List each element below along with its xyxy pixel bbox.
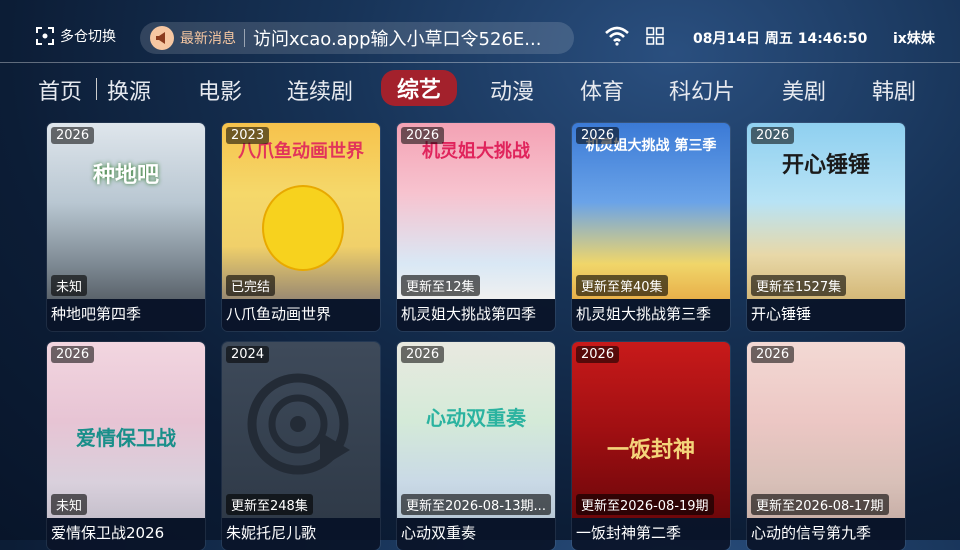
poster-title-art: 开心锤锤 bbox=[781, 153, 870, 178]
card-title: 机灵姐大挑战第四季 bbox=[397, 299, 555, 331]
status-badge: 更新至248集 bbox=[226, 494, 313, 515]
apps-grid-icon[interactable] bbox=[646, 27, 664, 45]
year-badge: 2026 bbox=[401, 127, 445, 144]
card-title: 朱妮托尼儿歌 bbox=[222, 518, 380, 550]
tab-movies[interactable]: 电影 bbox=[198, 74, 242, 106]
year-badge: 2026 bbox=[751, 127, 795, 144]
year-badge: 2026 bbox=[751, 346, 795, 363]
year-badge: 2023 bbox=[226, 127, 270, 144]
status-badge: 更新至2026-08-17期 bbox=[751, 494, 889, 515]
notice-divider bbox=[244, 29, 245, 47]
year-badge: 2026 bbox=[576, 127, 620, 144]
video-card[interactable]: 八爪鱼动画世界 2023 已完结 八爪鱼动画世界 bbox=[222, 123, 380, 331]
status-badge: 更新至第40集 bbox=[576, 275, 668, 296]
video-card[interactable]: 机灵姐大挑战 第三季 2026 更新至第40集 机灵姐大挑战第三季 bbox=[572, 123, 730, 331]
year-badge: 2026 bbox=[51, 346, 95, 363]
video-card[interactable]: 开心锤锤 2026 更新至1527集 开心锤锤 bbox=[747, 123, 905, 331]
notice-text: 访问xcao.app输入小草口令526E... bbox=[253, 29, 542, 50]
tab-series[interactable]: 连续剧 bbox=[287, 74, 353, 106]
status-badge: 未知 bbox=[51, 275, 88, 296]
tab-anime[interactable]: 动漫 bbox=[490, 74, 534, 106]
video-card[interactable]: 心动双重奏 2026 更新至2026-08-13期... 心动双重奏 bbox=[397, 342, 555, 550]
user-name[interactable]: ix妹妹 bbox=[893, 28, 935, 48]
year-badge: 2026 bbox=[51, 127, 95, 144]
status-badge: 未知 bbox=[51, 494, 88, 515]
status-badge: 更新至2026-08-13期... bbox=[401, 494, 551, 515]
tab-scifi[interactable]: 科幻片 bbox=[669, 74, 735, 106]
status-badge: 更新至1527集 bbox=[751, 275, 847, 296]
tab-sports[interactable]: 体育 bbox=[580, 74, 624, 106]
video-card[interactable]: 机灵姐大挑战 2026 更新至12集 机灵姐大挑战第四季 bbox=[397, 123, 555, 331]
video-placeholder-icon bbox=[247, 373, 350, 475]
nav-divider bbox=[96, 78, 97, 100]
poster-image bbox=[47, 123, 205, 299]
year-badge: 2024 bbox=[226, 346, 270, 363]
switch-icon bbox=[36, 27, 54, 45]
notice-label: 最新消息 bbox=[180, 31, 236, 47]
video-card[interactable]: 种地吧 2026 未知 种地吧第四季 bbox=[47, 123, 205, 331]
poster-title-art: 爱情保卫战 bbox=[76, 426, 176, 450]
status-badge: 更新至2026-08-19期 bbox=[576, 494, 714, 515]
card-title: 八爪鱼动画世界 bbox=[222, 299, 380, 331]
card-title: 种地吧第四季 bbox=[47, 299, 205, 331]
video-card[interactable]: 爱情保卫战 2026 未知 爱情保卫战2026 bbox=[47, 342, 205, 550]
card-title: 开心锤锤 bbox=[747, 299, 905, 331]
status-badge: 已完结 bbox=[226, 275, 276, 296]
video-card[interactable]: 2026 更新至2026-08-17期 心动的信号第九季 bbox=[747, 342, 905, 550]
year-badge: 2026 bbox=[576, 346, 620, 363]
card-title: 爱情保卫战2026 bbox=[47, 518, 205, 550]
video-card[interactable]: 一饭封神 2026 更新至2026-08-19期 一饭封神第二季 bbox=[572, 342, 730, 550]
card-title: 心动的信号第九季 bbox=[747, 518, 905, 550]
card-title: 一饭封神第二季 bbox=[572, 518, 730, 550]
tab-switch-source[interactable]: 换源 bbox=[107, 74, 151, 106]
poster-image bbox=[747, 342, 905, 518]
poster-image bbox=[572, 342, 730, 518]
card-title: 机灵姐大挑战第三季 bbox=[572, 299, 730, 331]
megaphone-icon bbox=[150, 26, 174, 50]
card-title: 心动双重奏 bbox=[397, 518, 555, 550]
datetime: 08月14日 周五 14:46:50 bbox=[693, 31, 868, 47]
poster-title-art: 种地吧 bbox=[92, 163, 159, 188]
poster-title-art: 一饭封神 bbox=[606, 438, 695, 463]
notice-banner[interactable]: 最新消息 访问xcao.app输入小草口令526E... bbox=[140, 22, 574, 54]
tab-k-drama[interactable]: 韩剧 bbox=[872, 74, 916, 106]
tab-us-drama[interactable]: 美剧 bbox=[782, 74, 826, 106]
status-badge: 更新至12集 bbox=[401, 275, 480, 296]
repo-switch-label: 多仓切换 bbox=[60, 29, 116, 45]
mascot-shape bbox=[262, 185, 344, 271]
video-card[interactable]: 2024 更新至248集 朱妮托尼儿歌 bbox=[222, 342, 380, 550]
year-badge: 2026 bbox=[401, 346, 445, 363]
repo-switch-button[interactable]: 多仓切换 bbox=[36, 26, 116, 46]
poster-title-art: 心动双重奏 bbox=[426, 406, 526, 430]
category-nav: 首页 换源 电影 连续剧 综艺 动漫 体育 科幻片 美剧 韩剧 bbox=[0, 66, 960, 110]
tab-home[interactable]: 首页 bbox=[38, 74, 82, 106]
top-bar: 多仓切换 最新消息 访问xcao.app输入小草口令526E... 08月14日… bbox=[0, 0, 960, 63]
wifi-icon bbox=[605, 26, 629, 46]
tab-variety[interactable]: 综艺 bbox=[381, 70, 458, 106]
